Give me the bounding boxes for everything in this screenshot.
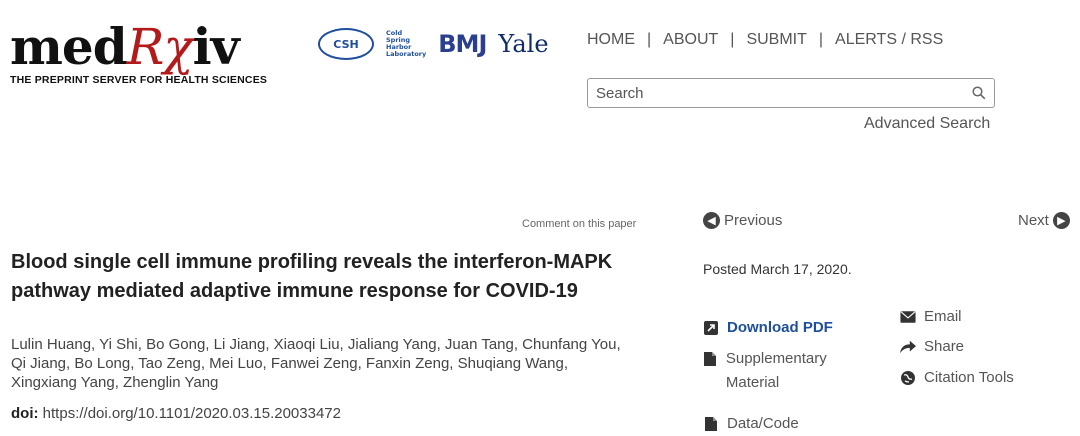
logo-wordmark: medRχiv [10, 17, 240, 77]
comment-link[interactable]: Comment on this paper [522, 218, 636, 230]
nav-separator: | [647, 31, 652, 48]
download-pdf-button[interactable]: Download PDF [703, 316, 833, 340]
file-icon [703, 416, 719, 432]
posted-date: Posted March 17, 2020. [703, 261, 852, 277]
article-title: Blood single cell immune profiling revea… [11, 251, 613, 302]
doi-link[interactable]: https://doi.org/10.1101/2020.03.15.20033… [43, 405, 341, 422]
share-label: Share [924, 338, 965, 355]
advanced-search-link[interactable]: Advanced Search [864, 115, 990, 133]
supplementary-material-link[interactable]: Supplementary Material [703, 347, 873, 395]
nav-submit[interactable]: SUBMIT [746, 31, 806, 49]
logo-tagline: THE PREPRINT SERVER FOR HEALTH SCIENCES [10, 74, 268, 86]
email-link[interactable]: Email [900, 305, 962, 329]
next-label: Next [1018, 212, 1049, 229]
citation-tools-label: Citation Tools [924, 369, 1014, 386]
nav-home[interactable]: HOME [587, 31, 635, 49]
search-input[interactable] [594, 84, 958, 103]
top-nav: HOME | ABOUT | SUBMIT | ALERTS / RSS [587, 31, 943, 49]
file-icon [703, 351, 718, 367]
share-link[interactable]: Share [900, 335, 964, 359]
article-authors[interactable]: Lulin Huang, Yi Shi, Bo Gong, Li Jiang, … [11, 335, 631, 392]
data-code-label: Data/Code [727, 415, 799, 432]
pdf-icon [703, 320, 719, 336]
csh-logo[interactable]: CSH [318, 28, 374, 60]
email-label: Email [924, 308, 962, 325]
nav-about[interactable]: ABOUT [663, 31, 718, 49]
article-doi: doi: https://doi.org/10.1101/2020.03.15.… [11, 405, 341, 422]
nav-alerts-rss[interactable]: ALERTS / RSS [835, 31, 943, 49]
envelope-icon [900, 309, 916, 325]
share-arrow-icon [900, 339, 916, 355]
doi-label: doi: [11, 405, 39, 422]
next-link[interactable]: Next ▶ [1018, 212, 1070, 229]
previous-link[interactable]: ◀ Previous [703, 212, 782, 229]
arrow-right-circle-icon: ▶ [1052, 212, 1070, 229]
bmj-logo[interactable]: BMJ [438, 30, 487, 58]
search-icon[interactable] [972, 86, 986, 100]
yale-logo[interactable]: Yale [498, 30, 548, 58]
partner-logos: CSH Cold Spring Harbor Laboratory BMJ Ya… [318, 28, 549, 60]
data-code-link[interactable]: Data/Code [703, 412, 799, 436]
citation-tools-link[interactable]: Citation Tools [900, 366, 1014, 390]
csh-logo-words: Cold Spring Harbor Laboratory [386, 29, 427, 58]
supplementary-label: Supplementary Material [725, 350, 827, 391]
globe-icon [900, 370, 916, 386]
download-pdf-label: Download PDF [727, 319, 833, 336]
previous-label: Previous [724, 212, 783, 229]
search-box [587, 78, 995, 108]
nav-separator: | [730, 31, 735, 48]
medrxiv-logo[interactable]: medRχiv THE PREPRINT SERVER FOR HEALTH S… [10, 17, 268, 87]
arrow-left-circle-icon: ◀ [703, 212, 720, 229]
nav-separator: | [818, 31, 824, 48]
